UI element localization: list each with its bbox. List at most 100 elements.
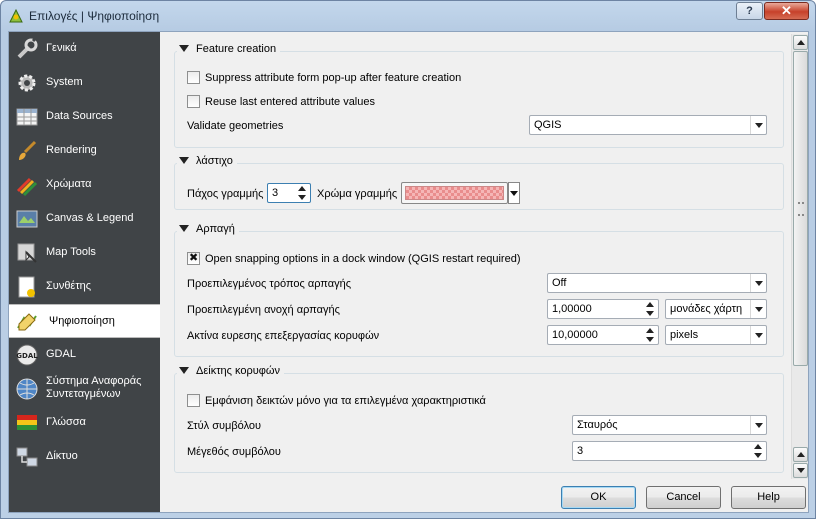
sidebar-item-label: Σύστημα Αναφοράς Συντεταγμένων — [46, 375, 142, 400]
feature-creation-group: Feature creation Suppress attribute form… — [174, 43, 784, 148]
spin-down-icon[interactable] — [643, 310, 657, 318]
checkbox-box[interactable] — [187, 95, 200, 108]
spinbox-value: 3 — [272, 187, 279, 199]
spinbox-value: 1,00000 — [552, 303, 592, 315]
window-title: Επιλογές | Ψηφιοποίηση — [29, 9, 160, 23]
scroll-thumb[interactable] — [793, 51, 808, 366]
chevron-down-icon — [750, 416, 766, 434]
checkbox-box[interactable] — [187, 71, 200, 84]
sidebar-item-map-tools[interactable]: Map Tools — [9, 236, 160, 270]
validate-geometries-select[interactable]: QGIS — [529, 115, 767, 135]
help-button[interactable]: Help — [731, 486, 806, 509]
spin-down-icon[interactable] — [643, 336, 657, 344]
sidebar-item-rendering[interactable]: Rendering — [9, 134, 160, 168]
color-pencils-icon — [15, 173, 39, 197]
spin-up-icon[interactable] — [643, 327, 657, 335]
content-scrollbar[interactable] — [791, 34, 808, 479]
spin-up-icon[interactable] — [295, 185, 309, 193]
marker-style-select[interactable]: Σταυρός — [572, 415, 767, 435]
chevron-down-icon — [750, 300, 766, 318]
scroll-up-icon[interactable] — [793, 447, 808, 462]
scroll-up-icon[interactable] — [793, 35, 808, 50]
validate-geometries-label: Validate geometries — [187, 120, 284, 132]
close-button[interactable]: ✕ — [764, 2, 809, 20]
collapse-triangle-icon — [179, 225, 189, 232]
map-tools-icon — [15, 241, 39, 265]
snapping-group: Αρπαγή Open snapping options in a dock w… — [174, 223, 784, 357]
line-color-button[interactable] — [401, 182, 508, 204]
title-bar[interactable]: Επιλογές | Ψηφιοποίηση ? ✕ — [1, 1, 815, 31]
checkbox-label: Suppress attribute form pop-up after fea… — [205, 72, 462, 84]
spin-up-icon[interactable] — [751, 443, 765, 451]
checkbox-box[interactable] — [187, 394, 200, 407]
cancel-button[interactable]: Cancel — [646, 486, 721, 509]
sidebar-item-colors[interactable]: Χρώματα — [9, 168, 160, 202]
sidebar-item-system[interactable]: System — [9, 66, 160, 100]
sidebar-item-label: Δίκτυο — [46, 450, 78, 462]
chevron-down-icon — [750, 274, 766, 292]
digitizing-page: Feature creation Suppress attribute form… — [160, 32, 808, 479]
snap-mode-select[interactable]: Off — [547, 273, 767, 293]
paintbrush-icon — [15, 139, 39, 163]
rubberband-header[interactable]: λάστιχο — [177, 155, 237, 167]
snap-tolerance-spinbox[interactable]: 1,00000 — [547, 299, 659, 319]
search-radius-spinbox[interactable]: 10,00000 — [547, 325, 659, 345]
sidebar-item-label: GDAL — [46, 348, 76, 360]
sidebar-item-label: System — [46, 76, 83, 88]
checkbox-label: Open snapping options in a dock window (… — [205, 253, 521, 265]
sidebar-item-crs[interactable]: Σύστημα Αναφοράς Συντεταγμένων — [9, 372, 160, 406]
feature-creation-header[interactable]: Feature creation — [177, 43, 281, 55]
rubberband-group: λάστιχο Πάχος γραμμής 3 Χρώμα γραμμής — [174, 155, 784, 210]
sidebar-item-label: Data Sources — [46, 110, 113, 122]
reuse-values-checkbox[interactable]: Reuse last entered attribute values — [187, 95, 375, 108]
search-radius-unit-select[interactable]: pixels — [665, 325, 767, 345]
spinbox-value: 3 — [577, 445, 584, 457]
gdal-icon: GDAL — [15, 343, 39, 367]
color-dropdown-arrow-icon[interactable] — [508, 182, 520, 204]
help-title-button[interactable]: ? — [736, 2, 763, 20]
sidebar-item-network[interactable]: Δίκτυο — [9, 440, 160, 474]
suppress-form-checkbox[interactable]: Suppress attribute form pop-up after fea… — [187, 71, 461, 84]
sidebar-item-composer[interactable]: Συνθέτης — [9, 270, 160, 304]
sidebar-item-language[interactable]: Γλώσσα — [9, 406, 160, 440]
select-value: Off — [552, 277, 567, 289]
sidebar-item-gdal[interactable]: GDAL GDAL — [9, 338, 160, 372]
vertex-markers-group: Δείκτης κορυφών Εμφάνιση δεικτών μόνο γι… — [174, 365, 784, 473]
scroll-down-icon[interactable] — [793, 463, 808, 478]
checkbox-box[interactable] — [187, 251, 200, 265]
line-width-spinbox[interactable]: 3 — [267, 183, 311, 203]
line-width-label: Πάχος γραμμής — [187, 188, 264, 200]
select-value: Σταυρός — [577, 419, 618, 431]
markers-selected-only-checkbox[interactable]: Εμφάνιση δεικτών μόνο για τα επιλεγμένα … — [187, 394, 486, 407]
collapse-triangle-icon — [179, 45, 189, 52]
color-swatch — [405, 186, 504, 200]
marker-size-spinbox[interactable]: 3 — [572, 441, 767, 461]
group-title: λάστιχο — [196, 155, 233, 167]
sidebar-item-digitizing[interactable]: Ψηφιοποίηση — [9, 304, 160, 338]
snap-tolerance-unit-select[interactable]: μονάδες χάρτη — [665, 299, 767, 319]
collapse-triangle-icon — [179, 157, 189, 164]
spin-down-icon[interactable] — [295, 194, 309, 202]
sidebar-item-canvas-legend[interactable]: Canvas & Legend — [9, 202, 160, 236]
grip-icon — [798, 202, 804, 216]
line-color-label: Χρώμα γραμμής — [317, 188, 398, 200]
spinbox-value: 10,00000 — [552, 329, 598, 341]
flag-icon — [15, 411, 39, 435]
composer-icon — [15, 275, 39, 299]
spin-up-icon[interactable] — [643, 301, 657, 309]
ok-button[interactable]: OK — [561, 486, 636, 509]
chevron-down-icon — [750, 326, 766, 344]
select-value: QGIS — [534, 119, 562, 131]
spin-down-icon[interactable] — [751, 452, 765, 460]
search-radius-label: Ακτίνα ευρεσης επεξεργασίας κορυφών — [187, 330, 380, 342]
sidebar-item-label: Γλώσσα — [46, 416, 86, 428]
sidebar-item-general[interactable]: Γενικά — [9, 32, 160, 66]
sidebar-item-label: Ψηφιοποίηση — [49, 315, 115, 327]
snapping-dock-checkbox[interactable]: Open snapping options in a dock window (… — [187, 251, 521, 265]
sidebar-item-label: Χρώματα — [46, 178, 92, 190]
map-canvas-icon — [15, 207, 39, 231]
snapping-header[interactable]: Αρπαγή — [177, 223, 239, 235]
sidebar-item-data-sources[interactable]: Data Sources — [9, 100, 160, 134]
vertex-markers-header[interactable]: Δείκτης κορυφών — [177, 365, 284, 377]
marker-size-label: Μέγεθός συμβόλου — [187, 446, 281, 458]
